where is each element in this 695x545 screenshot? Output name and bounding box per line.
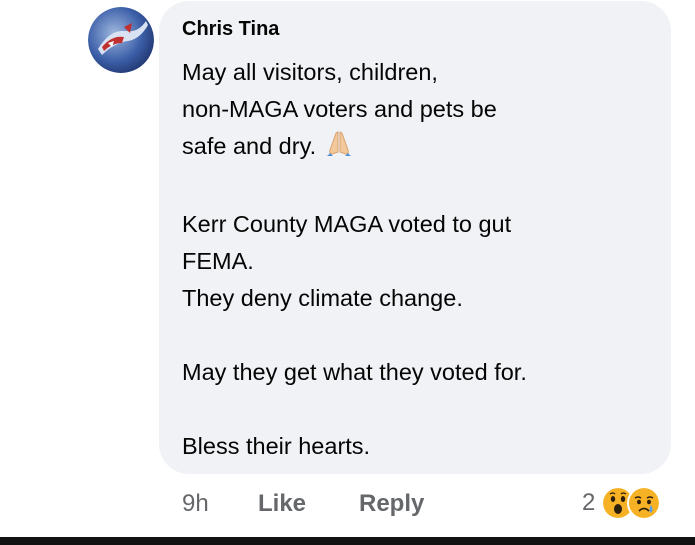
divider [0, 537, 695, 545]
comment-line: non-MAGA voters and pets be [182, 96, 497, 122]
comment-paragraph: May all visitors, children, non-MAGA vot… [182, 54, 652, 169]
reaction-count: 2 [582, 489, 596, 516]
comment-body: May all visitors, children, non-MAGA vot… [182, 54, 652, 465]
comment-line: They deny climate change. [182, 285, 463, 311]
comment-paragraph: Bless their hearts. [182, 428, 652, 465]
comment-paragraph: May they get what they voted for. [182, 354, 652, 391]
comment-line: safe and dry. [182, 133, 317, 159]
comment-line: May they get what they voted for. [182, 359, 527, 385]
avatar[interactable] [88, 7, 154, 73]
comment-line: Bless their hearts. [182, 433, 371, 459]
comment-line: Kerr County MAGA voted to gut [182, 211, 512, 237]
reply-button[interactable]: Reply [359, 488, 424, 520]
comment-timestamp[interactable]: 9h [182, 488, 209, 520]
reactions-summary[interactable]: 2 [582, 484, 662, 522]
sad-reaction-icon [627, 486, 662, 520]
like-button[interactable]: Like [258, 488, 306, 520]
folded-hands-icon [324, 130, 354, 169]
comment-line-with-emoji: safe and dry. [182, 128, 652, 169]
comment-line: May all visitors, children, [182, 59, 438, 85]
comment-paragraph: Kerr County MAGA voted to gut FEMA. They… [182, 206, 652, 317]
comment-line: FEMA. [182, 248, 254, 274]
profile-picture-icon [88, 7, 154, 73]
comment-author[interactable]: Chris Tina [182, 16, 279, 42]
